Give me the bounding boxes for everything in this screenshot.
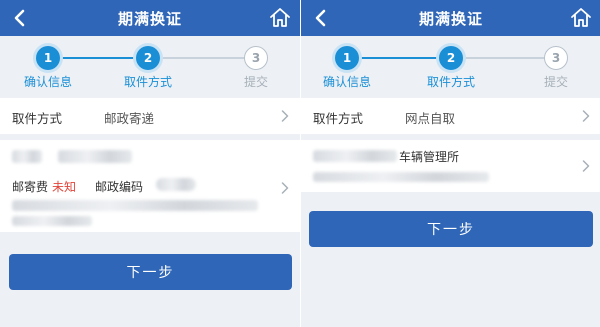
step-3-label: 提交	[543, 75, 569, 89]
chevron-right-icon	[281, 182, 289, 194]
step-1-circle: 1	[36, 46, 60, 70]
step-2-circle: 2	[439, 46, 463, 70]
pickup-method-label: 取件方式	[313, 111, 364, 126]
postage-label: 邮寄费	[12, 180, 49, 194]
pickup-outlet-card[interactable]: 车辆管理所	[301, 140, 600, 192]
step-connector-1	[48, 57, 148, 59]
chevron-right-icon	[281, 110, 289, 122]
page-title: 期满换证	[117, 10, 182, 28]
step-1-circle: 1	[335, 46, 359, 70]
page-title: 期满换证	[418, 10, 483, 28]
redacted-outlet-name-prefix	[313, 150, 397, 162]
step-3-label: 提交	[243, 75, 269, 89]
home-icon[interactable]	[268, 6, 292, 30]
home-icon[interactable]	[569, 6, 593, 30]
chevron-right-icon	[582, 110, 590, 122]
step-2-label: 取件方式	[123, 75, 173, 89]
step-2-circle: 2	[136, 46, 160, 70]
step-connector-2	[160, 57, 250, 59]
chevron-right-icon	[582, 160, 590, 172]
next-step-button[interactable]: 下一步	[309, 211, 593, 247]
step-2-label: 取件方式	[426, 75, 476, 89]
header-bar: 期满换证	[0, 0, 300, 36]
pickup-method-row[interactable]: 取件方式 邮政寄递	[0, 98, 300, 134]
redacted-address-line-1	[12, 200, 258, 211]
redacted-postcode	[156, 178, 196, 191]
screen-self-pickup: 期满换证 1 2 3 确认信息 取件方式 提交 取件方式 网点自取 车辆管理所	[300, 0, 600, 327]
progress-stepper: 1 2 3 确认信息 取件方式 提交	[0, 36, 300, 96]
redacted-outlet-address	[313, 172, 489, 182]
redacted-address-line-2	[12, 216, 92, 226]
pickup-method-value: 网点自取	[405, 111, 456, 126]
progress-stepper: 1 2 3 确认信息 取件方式 提交	[301, 36, 600, 96]
step-connector-1	[349, 57, 449, 59]
step-1-label: 确认信息	[322, 75, 372, 89]
redacted-phone-number	[58, 150, 132, 163]
redacted-recipient-name	[12, 150, 42, 163]
step-connector-2	[461, 57, 551, 59]
pickup-method-row[interactable]: 取件方式 网点自取	[301, 98, 600, 134]
screen-postal-delivery: 期满换证 1 2 3 确认信息 取件方式 提交 取件方式 邮政寄递 邮寄费 未知…	[0, 0, 300, 327]
header-bar: 期满换证	[301, 0, 600, 36]
outlet-name: 车辆管理所	[399, 150, 460, 164]
step-1-label: 确认信息	[23, 75, 73, 89]
step-3-circle: 3	[244, 46, 268, 70]
screens: 期满换证 1 2 3 确认信息 取件方式 提交 取件方式 邮政寄递 邮寄费 未知…	[0, 0, 600, 327]
pickup-method-label: 取件方式	[12, 111, 63, 126]
address-card[interactable]: 邮寄费 未知 邮政编码	[0, 140, 300, 232]
pickup-method-value: 邮政寄递	[104, 111, 155, 126]
postcode-label: 邮政编码	[95, 180, 144, 194]
postage-value: 未知	[52, 180, 77, 194]
next-step-button[interactable]: 下一步	[9, 254, 292, 290]
step-3-circle: 3	[544, 46, 568, 70]
